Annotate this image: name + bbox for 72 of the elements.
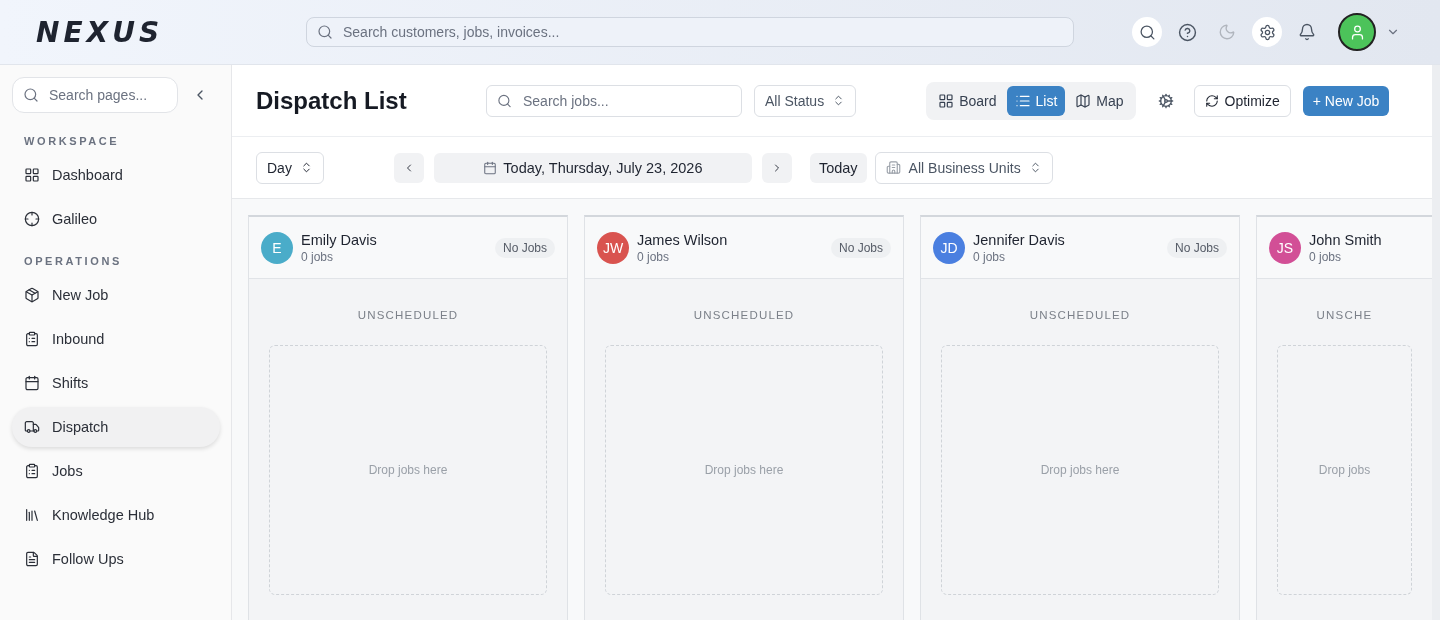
clipboard-icon — [24, 463, 40, 479]
nexus-logo: NEXUS — [36, 15, 164, 49]
job-count: 0 jobs — [1309, 249, 1343, 264]
package-icon — [24, 287, 40, 303]
section-title: OPERATIONS — [23, 255, 123, 267]
technician-avatar: JS — [1269, 231, 1301, 264]
drop-hint: Drop jobs — [1318, 463, 1371, 477]
technician-name: Jennifer Davis — [973, 231, 1065, 248]
sidebar-item[interactable]: Follow Ups — [12, 539, 220, 579]
drop-hint: Drop jobs here — [1040, 463, 1120, 477]
section-label: UNSCHEDULED — [356, 309, 460, 321]
search-icon — [1138, 23, 1156, 41]
optimize-button[interactable]: Optimize — [1193, 84, 1291, 117]
calendar-icon — [24, 375, 40, 391]
technician-name: Emily Davis — [301, 231, 377, 248]
sidebar-item[interactable]: Inbound — [12, 319, 220, 359]
status-select[interactable]: All Status — [754, 84, 857, 117]
sidebar-item[interactable]: Knowledge Hub — [12, 495, 220, 535]
search-button[interactable] — [1132, 17, 1162, 47]
job-search-field[interactable]: Search jobs... — [486, 84, 742, 117]
section-title: WORKSPACE — [23, 135, 121, 147]
sidebar-item[interactable]: Shifts — [12, 363, 220, 403]
sidebar-item[interactable]: Galileo — [12, 199, 220, 239]
grid-icon — [938, 92, 955, 109]
technician-avatar: JW — [597, 231, 629, 264]
document-icon — [24, 551, 40, 567]
view-tab[interactable]: List — [1006, 85, 1066, 116]
job-count: 0 jobs — [973, 249, 1007, 264]
refresh-icon — [1204, 93, 1219, 108]
help-icon — [1177, 22, 1197, 42]
job-count: 0 jobs — [301, 249, 335, 264]
sidebar-item[interactable]: Dashboard — [12, 155, 220, 195]
map-icon — [1075, 92, 1092, 109]
drop-hint: Drop jobs here — [368, 463, 448, 477]
settings-button[interactable] — [1252, 17, 1282, 47]
building-icon — [885, 160, 901, 175]
today-button[interactable]: Today — [809, 152, 867, 183]
section-label: UNSCHE — [1315, 309, 1374, 321]
section-label: UNSCHEDULED — [1028, 309, 1132, 321]
new-job-button[interactable]: + New Job — [1302, 85, 1390, 116]
page-search-field[interactable]: Search pages... — [12, 77, 178, 113]
status-badge: No Jobs — [494, 237, 555, 258]
technician-name: John Smith — [1309, 231, 1382, 248]
sidebar-item[interactable]: Jobs — [12, 451, 220, 491]
status-badge: No Jobs — [1166, 237, 1227, 258]
business-units-select[interactable]: All Business Units — [874, 151, 1053, 184]
technician-name: James Wilson — [637, 231, 728, 248]
technician-avatar: JD — [933, 231, 965, 264]
gear-icon[interactable] — [1157, 92, 1174, 109]
job-count: 0 jobs — [637, 249, 671, 264]
view-tab[interactable]: Map — [1067, 85, 1132, 116]
grid-icon — [24, 167, 40, 183]
global-search-field[interactable]: Search customers, jobs, invoices... — [306, 17, 1074, 47]
sidebar-item[interactable]: Dispatch — [12, 407, 220, 447]
sidebar-item[interactable]: New Job — [12, 275, 220, 315]
drop-hint: Drop jobs here — [704, 463, 784, 477]
library-icon — [24, 507, 40, 523]
truck-icon — [24, 419, 40, 435]
technician-avatar: E — [261, 231, 293, 264]
calendar-icon — [483, 160, 498, 175]
target-icon — [24, 211, 40, 227]
range-select[interactable]: Day — [256, 151, 324, 184]
section-label: UNSCHEDULED — [692, 309, 796, 321]
settings-icon — [1258, 23, 1276, 41]
status-badge: No Jobs — [830, 237, 891, 258]
page-title: Dispatch List — [256, 86, 408, 115]
user-avatar[interactable] — [1338, 13, 1376, 51]
clipboard-icon — [24, 331, 40, 347]
moon-icon — [1218, 23, 1236, 41]
bell-icon — [1298, 23, 1316, 41]
date-picker[interactable]: Today, Thursday, July 23, 2026 — [433, 152, 752, 183]
view-tab[interactable]: Board — [930, 85, 1005, 116]
